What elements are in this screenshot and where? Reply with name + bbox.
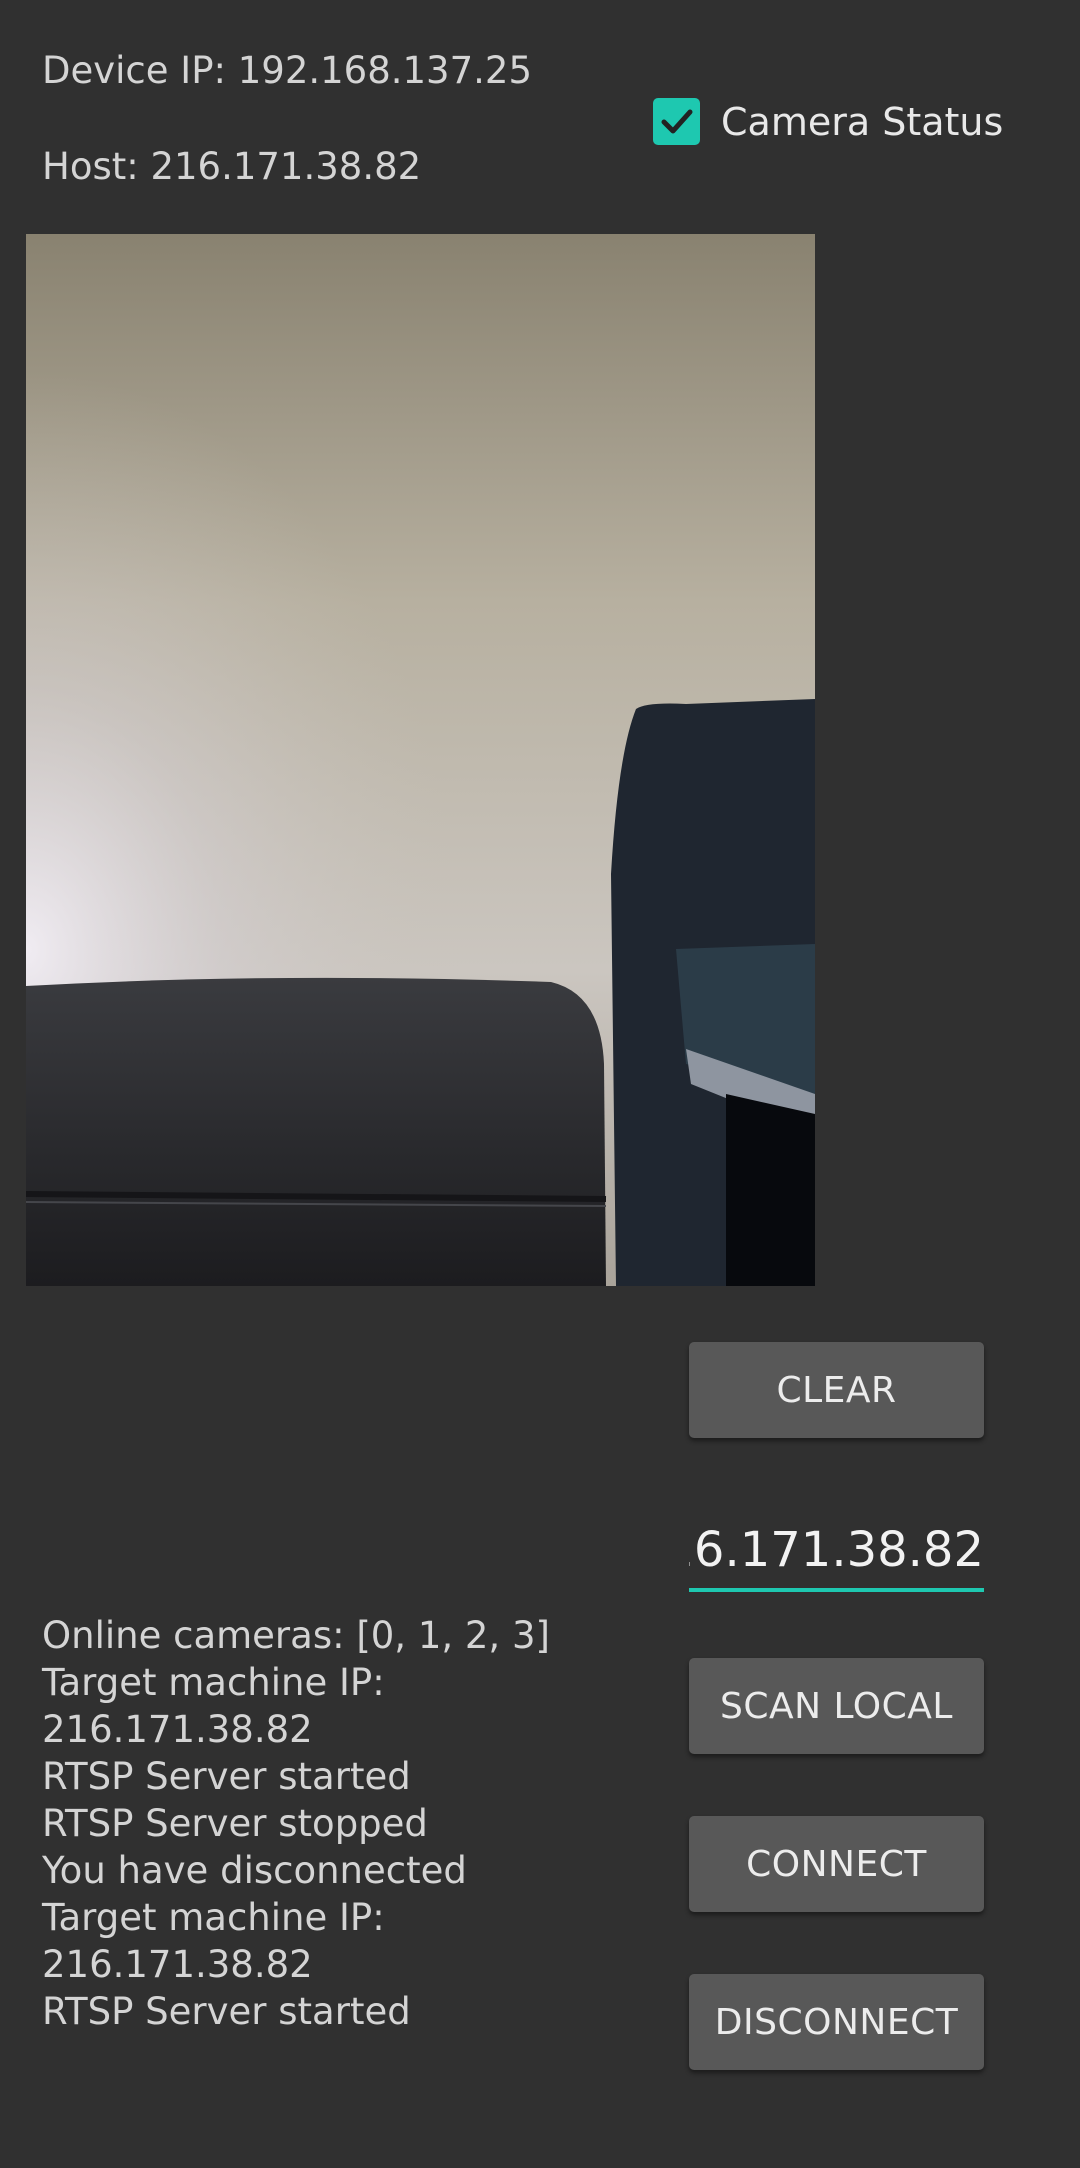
scan-local-button[interactable]: SCAN LOCAL <box>689 1658 984 1754</box>
log-line: RTSP Server stopped <box>42 1802 428 1845</box>
camera-status-label: Camera Status <box>721 99 1004 144</box>
checkmark-icon[interactable] <box>653 98 700 145</box>
log-line: RTSP Server started <box>42 1755 411 1798</box>
log-line: 216.171.38.82 <box>42 1708 313 1751</box>
device-ip-label: Device IP: 192.168.137.25 <box>42 49 532 92</box>
camera-status-checkbox[interactable]: Camera Status <box>653 98 1003 145</box>
log-line: Online cameras: [0, 1, 2, 3] <box>42 1614 550 1657</box>
clear-button[interactable]: CLEAR <box>689 1342 984 1438</box>
log-line: 216.171.38.82 <box>42 1943 313 1986</box>
connect-button[interactable]: CONNECT <box>689 1816 984 1912</box>
disconnect-button[interactable]: DISCONNECT <box>689 1974 984 2070</box>
host-label: Host: 216.171.38.82 <box>42 145 422 188</box>
target-ip-field[interactable]: 216.171.38.82 <box>689 1512 984 1592</box>
log-line: Target machine IP: <box>42 1896 385 1939</box>
target-ip-value: 216.171.38.82 <box>689 1522 984 1578</box>
log-line: RTSP Server started <box>42 1990 411 2033</box>
log-line: You have disconnected <box>42 1849 467 1892</box>
log-output: Online cameras: [0, 1, 2, 3] Target mach… <box>42 1612 662 2035</box>
log-line: Target machine IP: <box>42 1661 385 1704</box>
camera-preview <box>26 234 815 1286</box>
